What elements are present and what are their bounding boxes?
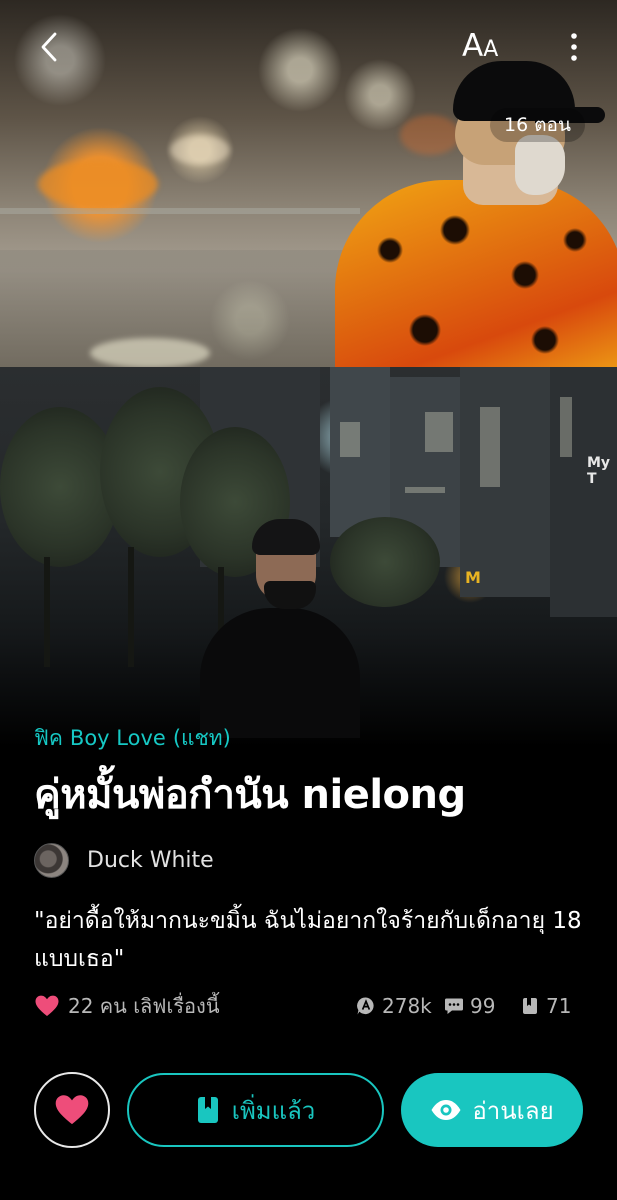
added-label: เพิ่มแล้ว	[231, 1096, 316, 1125]
views-stat: 278k	[356, 990, 432, 1022]
vertical-dots-icon	[571, 33, 577, 61]
person-back-view	[335, 55, 617, 367]
book-icon	[523, 998, 537, 1014]
back-button[interactable]	[34, 30, 68, 64]
person-front-view	[200, 519, 360, 738]
story-title: คู่หมั้นพ่อกำนัน nielong	[34, 772, 466, 818]
added-to-library-button[interactable]: เพิ่มแล้ว	[127, 1073, 384, 1147]
cover-image-top	[0, 0, 617, 367]
chapters-count: 71	[546, 994, 572, 1018]
more-options-button[interactable]	[562, 30, 586, 64]
building-sign: My T	[587, 455, 611, 487]
story-synopsis: "อย่าดื้อให้มากนะขมิ้น ฉันไม่อยากใจร้ายก…	[34, 908, 582, 972]
restaurant-logo: M	[465, 568, 481, 587]
comments-stat: 99	[444, 990, 495, 1022]
stats-row: 22 คน เลิฟเรื่องนี้ 278k 99 71	[34, 990, 594, 1022]
chevron-left-icon	[41, 32, 57, 62]
railing	[0, 208, 360, 214]
likes-stat: 22 คน เลิฟเรื่องนี้	[34, 990, 220, 1022]
eye-icon	[431, 1100, 461, 1120]
favorite-button[interactable]	[34, 1072, 110, 1148]
likes-text: 22 คน เลิฟเรื่องนี้	[68, 994, 220, 1018]
category-type: (แชท)	[172, 726, 231, 750]
chapters-stat: 71	[520, 990, 571, 1022]
category-genre: ฟิค	[34, 726, 63, 750]
heart-icon	[55, 1095, 89, 1125]
bookmark-book-icon	[197, 1097, 218, 1123]
font-size-label-big: A	[462, 28, 484, 64]
read-label: อ่านเลย	[472, 1096, 554, 1125]
read-now-button[interactable]: อ่านเลย	[401, 1073, 583, 1147]
episode-count-badge: 16 ตอน	[490, 108, 585, 142]
font-size-button[interactable]: AA	[462, 26, 514, 66]
author-name[interactable]: Duck White	[87, 848, 214, 873]
story-category[interactable]: ฟิค Boy Love (แชท)	[34, 722, 231, 755]
views-count: 278k	[382, 994, 432, 1018]
font-size-label-small: A	[483, 37, 499, 62]
author-row[interactable]: Duck White	[34, 842, 214, 878]
heart-icon	[35, 995, 59, 1016]
views-icon	[357, 997, 374, 1015]
comments-count: 99	[470, 994, 496, 1018]
comment-icon	[445, 998, 463, 1014]
category-tag: Boy Love	[69, 726, 166, 750]
author-avatar[interactable]	[34, 842, 69, 878]
